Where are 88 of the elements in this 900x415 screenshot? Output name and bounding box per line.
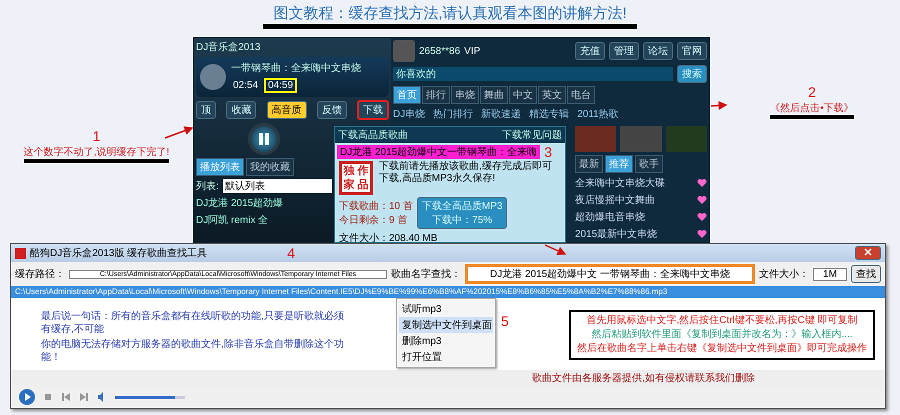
elapsed-time: 02:54: [232, 80, 260, 91]
song-link[interactable]: 全来嗨中文串烧大碟: [575, 176, 665, 190]
category-link[interactable]: 2011热歌: [577, 107, 619, 121]
player-button[interactable]: 下载: [357, 100, 389, 120]
instruction-line: 首先用鼠标选中文字,然后按住Ctrl键不要松,再按C键 即可复制: [586, 314, 858, 328]
stamp-logo: 独 作 家 品: [339, 161, 373, 195]
instruction-line: 然后粘贴到软件里面《复制到桌面并改名为：》输入框内....: [591, 328, 853, 342]
avatar: [200, 64, 226, 90]
menu-item[interactable]: 删除mp3: [399, 333, 493, 349]
playlist-select[interactable]: 默认列表: [222, 179, 332, 193]
player-button[interactable]: 反馈: [316, 101, 347, 119]
photo-placeholder: [666, 126, 707, 152]
menu-item[interactable]: 打开位置: [399, 349, 493, 365]
photo-placeholder: [620, 126, 662, 152]
step-number: 1: [92, 129, 100, 143]
track-item[interactable]: DJ龙港 2015超劲爆: [196, 196, 332, 210]
instruction-line: 然后在歌曲名字上单击右键《复制选中文件到桌面》即可完成操作: [577, 342, 867, 356]
song-title: 一带钢琴曲：全来嗨中文串烧: [231, 62, 361, 75]
list-tab[interactable]: 歌手: [635, 155, 663, 173]
file-size: 文件大小：208.40 MB: [339, 232, 438, 245]
player-button[interactable]: 收藏: [226, 101, 256, 119]
download-stat: 今日剩余：9 首: [339, 214, 408, 227]
pause-icon: [259, 133, 269, 145]
nav-tab[interactable]: 舞曲: [480, 86, 508, 104]
tutorial-title: 图文教程：缓存查找方法,请认真观看本图的讲解方法!: [263, 4, 637, 29]
portal-button[interactable]: 官网: [677, 42, 707, 60]
nav-tab[interactable]: 电台: [567, 86, 595, 104]
list-tab[interactable]: 最新: [575, 155, 603, 173]
notice-text: 你的电脑无法存储对方服务器的歌曲文件,除非音乐盒自带删除这个功能！: [41, 338, 345, 364]
step-number: 3: [544, 145, 552, 159]
path-label: 缓存路径：: [15, 268, 65, 281]
download-stat: 下载歌曲：10 首: [339, 200, 413, 213]
app-icon: [15, 248, 26, 258]
photo-placeholder: [575, 126, 616, 152]
song-name-field[interactable]: DJ龙港 2015超劲爆中文 一带钢琴曲：全来嗨中文串烧: [465, 264, 755, 284]
size-label: 文件大小：: [759, 268, 809, 281]
menu-item[interactable]: 试听mp3: [399, 301, 493, 317]
player-button[interactable]: 顶: [196, 101, 216, 119]
stop-icon: [43, 392, 53, 402]
nav-tab[interactable]: 中文: [509, 86, 537, 104]
song-link[interactable]: 2015最新中文串烧: [575, 227, 658, 241]
close-button[interactable]: [855, 246, 881, 260]
dialog-title: 下载高品质歌曲: [338, 128, 408, 142]
playlist-tab[interactable]: 我的收藏: [246, 158, 294, 176]
user-id: 2658**86: [419, 46, 460, 56]
category-link[interactable]: 新歌速递: [481, 107, 522, 121]
app-title: DJ音乐盒2013: [196, 40, 260, 54]
name-label: 歌曲名字查找：: [391, 268, 461, 281]
list-label: 列表:: [196, 180, 219, 193]
notice-text: 最后说一句话：所有的音乐盒都有在线听歌的功能,只要是听歌就必须有缓存,不可能: [41, 310, 345, 336]
song-link[interactable]: 超劲爆电音串烧: [575, 210, 645, 224]
pause-button[interactable]: [248, 123, 280, 155]
portal-button[interactable]: 充值: [575, 42, 605, 60]
previous-icon: [61, 392, 71, 402]
size-field[interactable]: 1M: [813, 268, 847, 280]
close-icon: [864, 248, 872, 256]
vip-label: VIP: [464, 46, 480, 56]
search-field[interactable]: 你喜欢的: [393, 67, 673, 81]
find-button[interactable]: 查找: [851, 265, 881, 283]
song-link[interactable]: 夜店慢摇中文舞曲: [575, 193, 655, 207]
nav-tab[interactable]: 英文: [538, 86, 566, 104]
category-link[interactable]: 精选专辑: [529, 107, 570, 121]
status-text: 歌曲文件由各服务器提供,如有侵权请联系我们删除: [532, 372, 755, 385]
pointer-arrow: [164, 126, 194, 139]
track-item[interactable]: DJ阿凯 remix 全: [196, 213, 332, 227]
step-number: 2: [808, 85, 816, 99]
portal-button[interactable]: 管理: [609, 42, 639, 60]
pointer-arrow: [544, 244, 566, 256]
play-icon[interactable]: [19, 389, 35, 405]
duration-time: 04:59: [264, 78, 298, 93]
dialog-description: 下载前请先播放该歌曲,缓存完成后即可下载,高品质MP3永久保存!: [379, 161, 553, 185]
user-avatar: [393, 40, 415, 62]
pointer-arrow: [710, 101, 728, 110]
window-title: 酷狗DJ音乐盒2013版 缓存歌曲查找工具: [30, 246, 208, 260]
quality-button[interactable]: 高音质: [266, 101, 306, 119]
category-link[interactable]: DJ串烧: [393, 107, 426, 121]
nav-tab[interactable]: 串烧: [451, 86, 479, 104]
annotation-text: 《然后点击•下载》: [770, 101, 854, 119]
portal-button[interactable]: 论坛: [643, 42, 673, 60]
help-link[interactable]: 下载常见问题: [502, 128, 562, 142]
step-number: 4: [287, 246, 296, 260]
annotation-text: 这个数字不动了,说明缓存下完了!: [24, 145, 170, 163]
file-name: DJ龙港 2015超劲爆中文一带钢琴曲：全来嗨: [337, 145, 540, 159]
step-number: 5: [501, 314, 509, 328]
next-icon: [79, 392, 89, 402]
nav-tab[interactable]: 排行: [422, 86, 450, 104]
menu-item[interactable]: 复制选中文件到桌面: [399, 317, 493, 333]
category-link[interactable]: 热门排行: [433, 107, 474, 121]
